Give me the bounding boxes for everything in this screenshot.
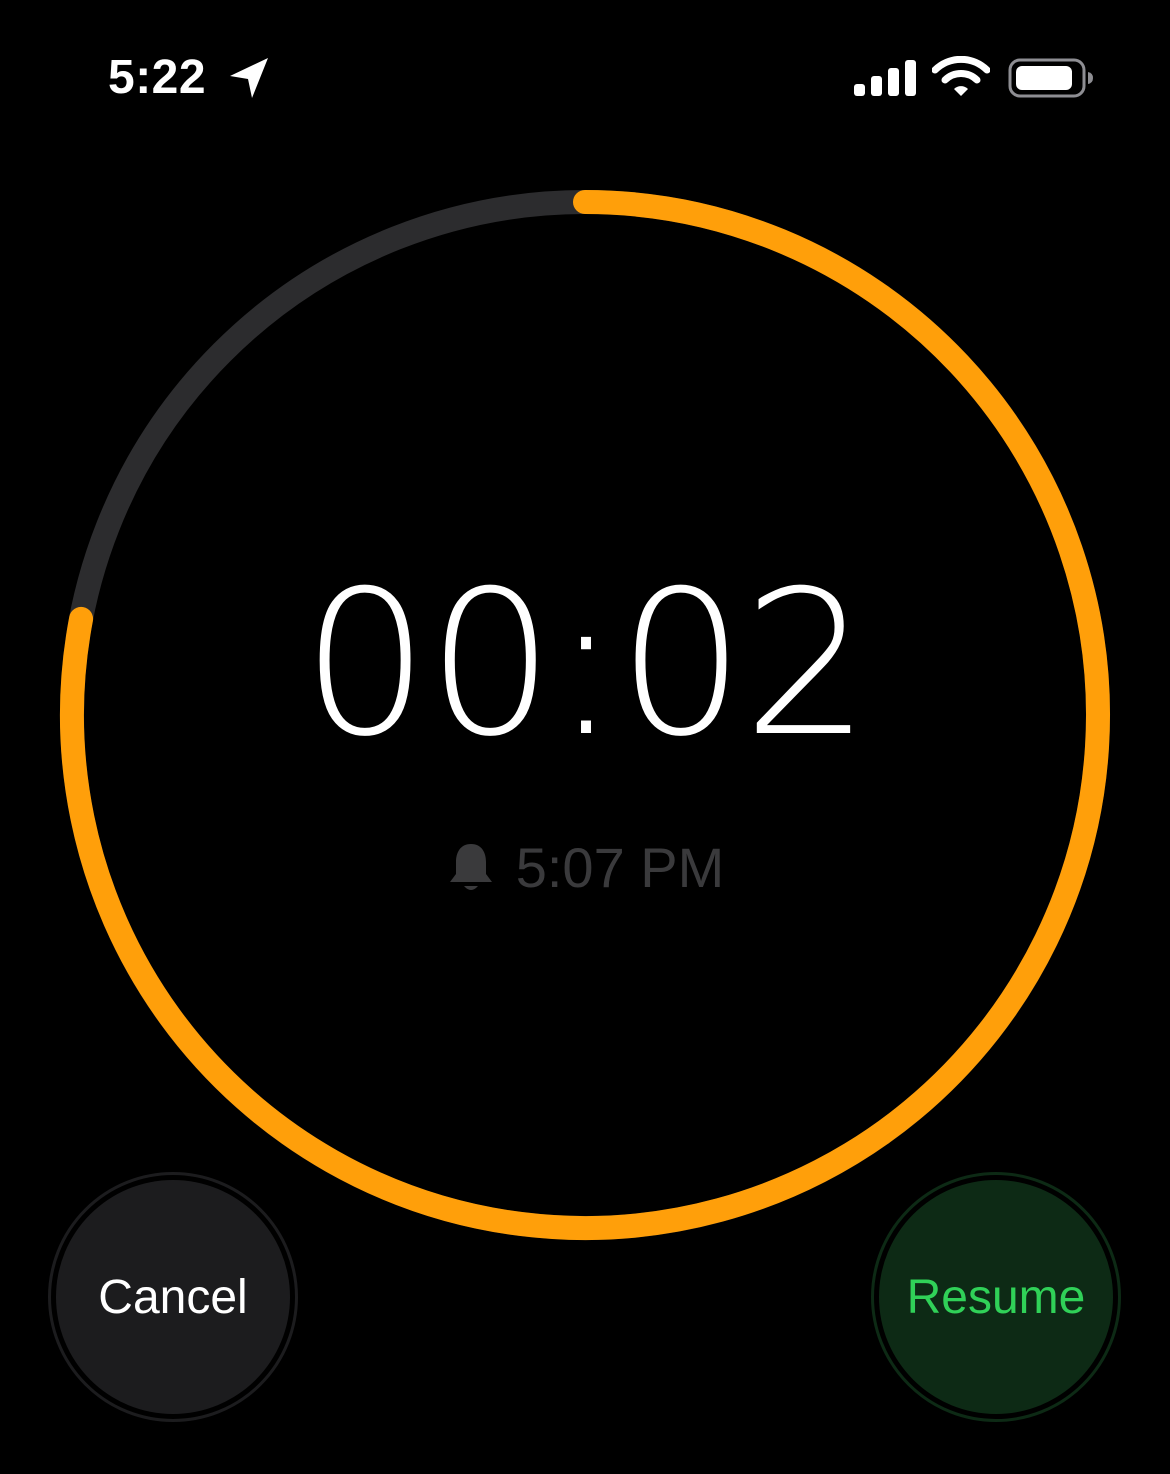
alarm-end-time: 5:07 PM xyxy=(515,836,725,899)
resume-button[interactable]: Resume xyxy=(871,1172,1121,1422)
bell-icon xyxy=(449,844,492,890)
resume-button-label: Resume xyxy=(879,1180,1113,1414)
alarm-end-time-row: 5:07 PM xyxy=(0,838,1170,898)
countdown-display: 00:02 xyxy=(301,548,870,781)
cancel-button-label: Cancel xyxy=(56,1180,290,1414)
cancel-button[interactable]: Cancel xyxy=(48,1172,298,1422)
